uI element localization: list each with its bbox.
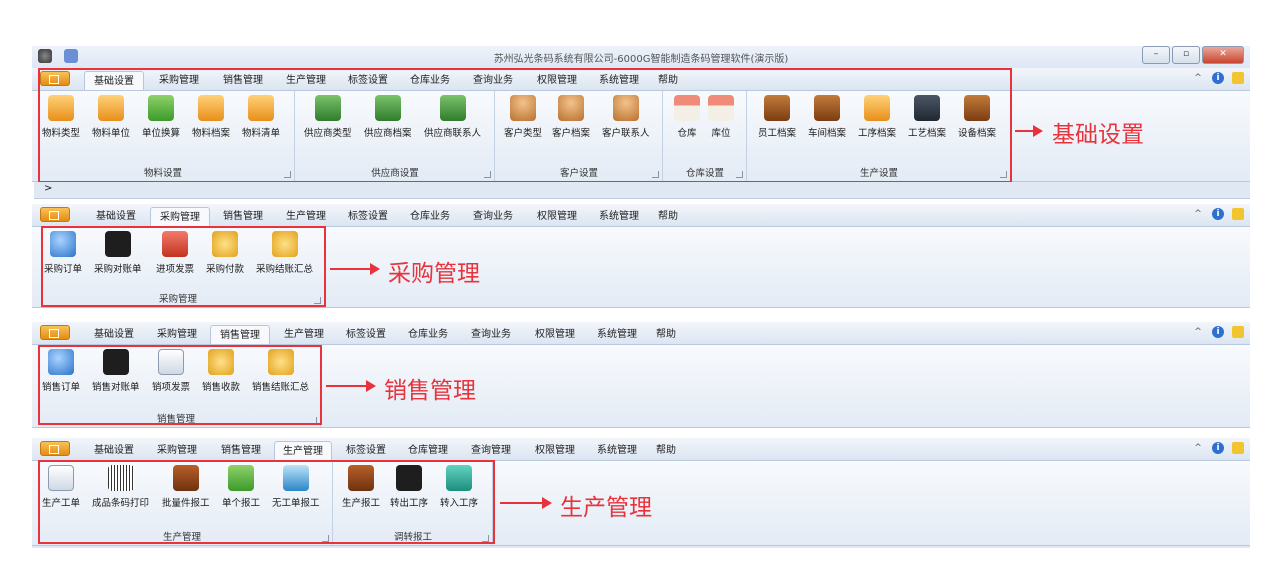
expand-icon[interactable]: > [44,183,52,194]
annotation-sales: 销售管理 [384,378,476,404]
tab-system[interactable]: 系统管理 [588,325,646,344]
tab-label-settings[interactable]: 标签设置 [340,207,396,226]
tab-sales[interactable]: 销售管理 [212,441,270,460]
highlight-box-basic [38,68,1012,183]
collapse-ribbon-icon[interactable]: ^ [1192,326,1204,338]
app-menu-button[interactable] [40,441,70,456]
minimize-button[interactable]: – [1142,46,1170,64]
tab-warehouse[interactable]: 仓库管理 [400,441,456,460]
info-icon[interactable]: i [1212,208,1224,220]
info-icon[interactable]: i [1212,72,1224,84]
tab-basic-settings[interactable]: 基础设置 [84,441,144,460]
folder-icon[interactable] [1232,442,1244,454]
highlight-box-production [38,460,495,544]
info-icon[interactable]: i [1212,326,1224,338]
tab-system[interactable]: 系统管理 [588,441,646,460]
annotation-production: 生产管理 [560,495,652,521]
tab-permissions[interactable]: 权限管理 [528,207,586,226]
tab-permissions[interactable]: 权限管理 [526,325,584,344]
window-title: 苏州弘光条码系统有限公司-6000G智能制造条码管理软件(演示版) [493,54,789,65]
tab-production[interactable]: 生产管理 [278,207,334,226]
tab-production[interactable]: 生产管理 [276,325,332,344]
window-titlebar: 苏州弘光条码系统有限公司-6000G智能制造条码管理软件(演示版) – ▫ ✕ [32,46,1250,69]
highlight-box-sales [38,345,322,425]
arrow-sales [326,380,376,392]
tab-label-settings[interactable]: 标签设置 [338,325,394,344]
arrow-basic [1015,125,1043,137]
tab-production[interactable]: 生产管理 [274,441,332,460]
collapse-ribbon-icon[interactable]: ^ [1192,208,1204,220]
folder-icon[interactable] [1232,72,1244,84]
tab-help[interactable]: 帮助 [652,207,684,226]
tab-sales[interactable]: 销售管理 [214,207,272,226]
folder-icon[interactable] [1232,326,1244,338]
tab-help[interactable]: 帮助 [650,441,682,460]
tab-basic-settings[interactable]: 基础设置 [86,207,146,226]
annotation-basic: 基础设置 [1052,122,1144,148]
tab-permissions[interactable]: 权限管理 [526,441,584,460]
close-button[interactable]: ✕ [1202,46,1244,64]
tab-query[interactable]: 查询管理 [462,441,520,460]
tab-query[interactable]: 查询业务 [462,325,520,344]
collapsed-strip[interactable]: > [34,182,1250,199]
tab-warehouse[interactable]: 仓库业务 [400,325,456,344]
maximize-button[interactable]: ▫ [1172,46,1200,64]
app-menu-button[interactable] [40,325,70,340]
info-icon[interactable]: i [1212,442,1224,454]
arrow-production [500,497,552,509]
tab-label-settings[interactable]: 标签设置 [338,441,394,460]
tab-system[interactable]: 系统管理 [590,207,648,226]
tab-basic-settings[interactable]: 基础设置 [84,325,144,344]
tab-query[interactable]: 查询业务 [464,207,522,226]
highlight-box-purchase [41,226,326,307]
tab-sales[interactable]: 销售管理 [210,325,270,344]
collapse-ribbon-icon[interactable]: ^ [1192,442,1204,454]
app-menu-button[interactable] [40,207,70,222]
annotation-purchase: 采购管理 [388,261,480,287]
folder-icon[interactable] [1232,208,1244,220]
tab-purchase[interactable]: 采购管理 [150,207,210,226]
collapse-ribbon-icon[interactable]: ^ [1192,72,1204,84]
tab-warehouse[interactable]: 仓库业务 [402,207,458,226]
tab-help[interactable]: 帮助 [650,325,682,344]
tab-purchase[interactable]: 采购管理 [148,325,206,344]
tab-purchase[interactable]: 采购管理 [148,441,206,460]
arrow-purchase [330,263,380,275]
